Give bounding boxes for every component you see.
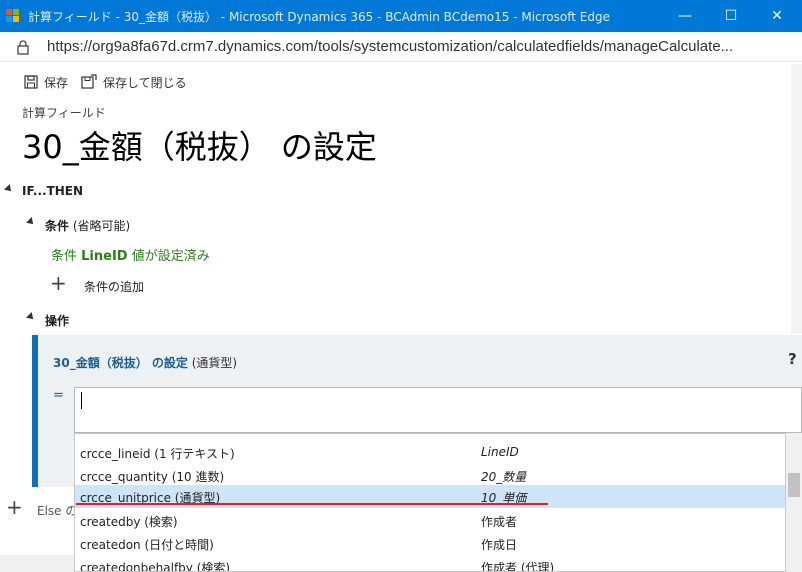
condition-hint: (省略可能)	[72, 219, 131, 233]
collapse-condition-icon[interactable]	[26, 217, 36, 227]
condition-prefix: 条件	[51, 249, 82, 264]
field-display-name: 作成者	[481, 515, 518, 529]
condition-field: LineID	[81, 249, 128, 264]
condition-statement[interactable]: 条件 LineID 値が設定済み	[51, 245, 210, 264]
if-then-heading: IF...THEN	[22, 184, 84, 198]
list-item[interactable]: crcce_lineid (1 行テキスト) LineID	[75, 441, 785, 464]
window-title: 計算フィールド - 30_金額（税抜） - Microsoft Dynamics…	[28, 10, 610, 24]
action-field-type: (通貨型)	[191, 356, 238, 370]
condition-suffix: 値が設定済み	[127, 249, 210, 264]
page-scrollbar[interactable]	[791, 64, 802, 334]
annotation-underline	[76, 503, 548, 505]
address-bar[interactable]: https://org9a8fa67d.crm7.dynamics.com/to…	[0, 32, 802, 62]
close-button[interactable]: ✕	[754, 0, 800, 32]
collapse-action-icon[interactable]	[26, 312, 36, 322]
field-name: crcce_quantity (10 進数)	[80, 470, 225, 484]
window-titlebar: 計算フィールド - 30_金額（税抜） - Microsoft Dynamics…	[0, 0, 802, 32]
save-button[interactable]: 保存	[24, 72, 68, 92]
action-field-name: 30_金額（税抜） の設定	[53, 356, 188, 370]
page-title: 30_金額（税抜） の設定	[22, 128, 377, 166]
add-else-link[interactable]: Else の	[37, 502, 77, 519]
save-icon	[24, 75, 38, 89]
field-name: createdon (日付と時間)	[80, 538, 214, 552]
list-item[interactable]: createdonbehalfby (検索) 作成者 (代理)	[75, 555, 785, 572]
lock-icon	[17, 40, 29, 55]
condition-label: 条件	[45, 219, 70, 233]
field-name: crcce_lineid (1 行テキスト)	[80, 447, 235, 461]
save-label: 保存	[44, 75, 69, 90]
add-else-icon[interactable]: +	[6, 497, 23, 517]
save-close-icon	[81, 74, 97, 89]
formula-input[interactable]	[74, 387, 802, 433]
action-field-title: 30_金額（税抜） の設定 (通貨型)	[53, 354, 237, 371]
url-text[interactable]: https://org9a8fa67d.crm7.dynamics.com/to…	[47, 38, 787, 55]
dropdown-scrollbar[interactable]	[786, 433, 802, 572]
dropdown-scroll-thumb[interactable]	[788, 473, 800, 497]
equals-sign: =	[53, 388, 64, 403]
collapse-if-then-icon[interactable]	[4, 184, 14, 194]
save-close-label: 保存して閉じる	[103, 75, 187, 90]
field-display-name: LineID	[481, 445, 519, 459]
field-name: createdonbehalfby (検索)	[80, 561, 231, 572]
action-heading: 操作	[45, 314, 70, 328]
field-display-name: 作成者 (代理)	[481, 561, 555, 572]
edge-window-icon	[6, 9, 20, 23]
text-caret	[81, 392, 82, 409]
condition-heading: 条件 (省略可能)	[45, 217, 130, 234]
field-name: createdby (検索)	[80, 515, 178, 529]
entity-subtitle: 計算フィールド	[22, 106, 106, 120]
list-item[interactable]: crcce_quantity (10 進数) 20_数量	[75, 464, 785, 487]
list-item[interactable]: createdon (日付と時間) 作成日	[75, 532, 785, 555]
minimize-button[interactable]: —	[662, 0, 708, 32]
add-condition-link[interactable]: 条件の追加	[84, 278, 144, 295]
add-condition-icon[interactable]: +	[50, 273, 67, 293]
field-display-name: 20_数量	[481, 470, 527, 484]
save-and-close-button[interactable]: 保存して閉じる	[81, 72, 187, 92]
horizontal-scrollbar[interactable]	[0, 555, 74, 572]
help-icon[interactable]: ?	[788, 350, 797, 368]
maximize-button[interactable]: ☐	[708, 0, 754, 32]
field-display-name: 作成日	[481, 538, 518, 552]
list-item[interactable]: createdby (検索) 作成者	[75, 509, 785, 532]
